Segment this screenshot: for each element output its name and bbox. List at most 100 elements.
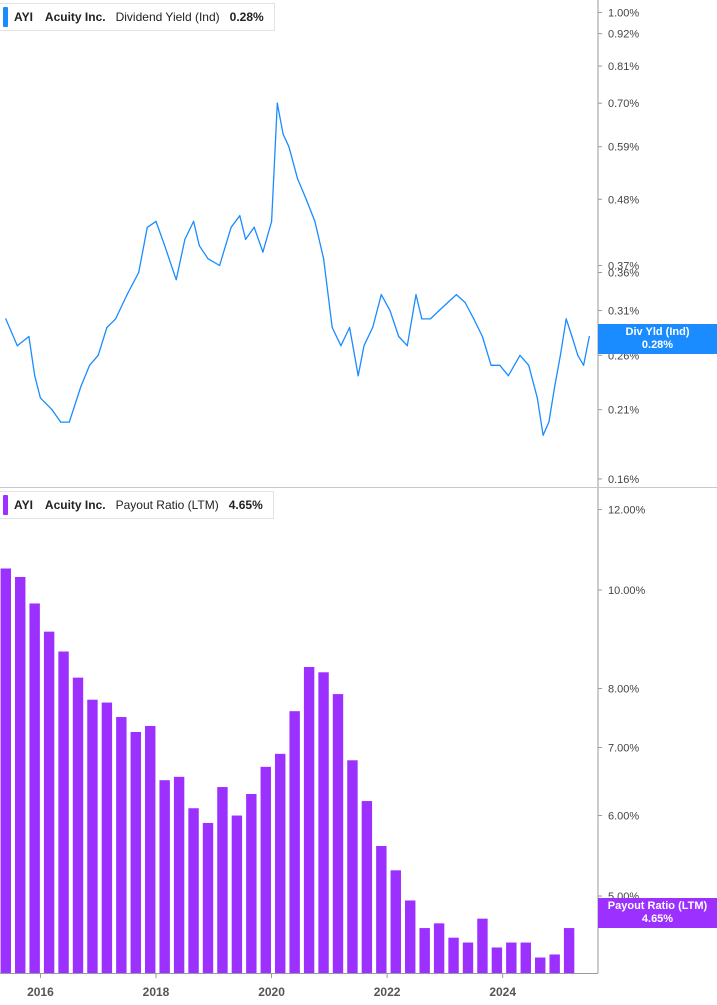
dividend-yield-point bbox=[34, 375, 36, 377]
payout-ratio-bar bbox=[260, 766, 271, 973]
legend-value: 4.65% bbox=[228, 498, 263, 512]
x-tick-label: 2018 bbox=[143, 985, 170, 999]
y-tick-label: 0.36% bbox=[608, 267, 639, 279]
dividend-yield-point bbox=[571, 335, 573, 338]
dividend-yield-point bbox=[198, 245, 200, 247]
payout-ratio-bar bbox=[202, 822, 214, 973]
dividend-yield-point bbox=[490, 364, 492, 366]
payout-ratio-bar bbox=[87, 699, 98, 973]
dividend-yield-point bbox=[97, 354, 99, 356]
payout-ratio-bar bbox=[506, 942, 517, 973]
dividend-yield-point bbox=[481, 335, 484, 338]
dividend-yield-point bbox=[473, 318, 475, 320]
current-tag-title: Payout Ratio (LTM) bbox=[607, 900, 708, 912]
payout-ratio-bar bbox=[405, 900, 416, 973]
payout-ratio-bar bbox=[217, 787, 228, 973]
legend-value: 0.28% bbox=[229, 10, 264, 24]
dividend-yield-point bbox=[288, 146, 290, 148]
y-tick-label: 1.00% bbox=[608, 7, 639, 19]
payout-ratio-bar bbox=[549, 954, 560, 973]
y-tick-label: 0.31% bbox=[608, 306, 639, 318]
dividend-yield-point bbox=[39, 397, 42, 399]
dividend-yield-point bbox=[60, 421, 62, 423]
dividend-yield-point bbox=[114, 318, 117, 320]
payout-ratio-bar bbox=[15, 576, 26, 973]
dividend-yield-point bbox=[331, 326, 333, 329]
x-tick-label: 2024 bbox=[489, 985, 516, 999]
dividend-yield-point bbox=[80, 385, 82, 388]
dividend-yield-point bbox=[429, 318, 432, 320]
y-tick-label: 8.00% bbox=[608, 684, 639, 696]
payout-ratio-bar bbox=[520, 942, 531, 973]
y-tick-label: 0.16% bbox=[608, 474, 639, 486]
dividend-yield-point bbox=[314, 220, 316, 223]
payout-ratio-bar bbox=[145, 725, 156, 973]
current-tag-value: 4.65% bbox=[641, 913, 674, 925]
dividend-yield-point bbox=[51, 409, 53, 411]
dividend-yield-point bbox=[565, 318, 567, 320]
dividend-yield-point bbox=[155, 220, 157, 223]
dividend-yield-point bbox=[5, 318, 7, 320]
dividend-yield-point bbox=[106, 326, 108, 329]
payout-ratio-bar bbox=[116, 717, 127, 973]
legend-ticker: AYI bbox=[14, 498, 33, 512]
payout-ratio-bar bbox=[477, 918, 488, 973]
dividend-yield-point bbox=[16, 345, 18, 347]
dividend-yield-point bbox=[554, 385, 556, 388]
y-tick-label: 0.21% bbox=[608, 405, 639, 417]
x-tick-label: 2020 bbox=[258, 985, 285, 999]
dividend-yield-point bbox=[507, 375, 510, 377]
dividend-yield-point bbox=[270, 220, 273, 223]
payout-ratio-bar bbox=[0, 568, 11, 973]
dividend-yield-point bbox=[438, 309, 440, 312]
dividend-yield-point bbox=[305, 198, 307, 200]
dividend-yield-legend: AYI Acuity Inc. Dividend Yield (Ind) 0.2… bbox=[0, 3, 275, 31]
y-tick-label: 12.00% bbox=[608, 505, 646, 517]
dividend-yield-swatch bbox=[3, 7, 8, 27]
x-tick-label: 2016 bbox=[27, 985, 54, 999]
dividend-yield-point bbox=[164, 245, 166, 247]
dividend-yield-point bbox=[146, 226, 148, 228]
legend-metric: Dividend Yield (Ind) bbox=[115, 10, 220, 24]
payout-ratio-bar bbox=[332, 694, 344, 973]
payout-ratio-bar bbox=[246, 794, 257, 973]
legend-company: Acuity Inc. bbox=[44, 10, 106, 24]
payout-ratio-bar bbox=[347, 760, 358, 973]
dividend-yield-point bbox=[348, 326, 351, 329]
dividend-yield-point bbox=[582, 364, 585, 366]
dividend-yield-point bbox=[276, 102, 278, 104]
dividend-yield-point bbox=[88, 364, 91, 366]
dividend-yield-point bbox=[406, 345, 408, 347]
payout-ratio-legend: AYI Acuity Inc. Payout Ratio (LTM) 4.65% bbox=[0, 491, 274, 519]
payout-ratio-bar bbox=[303, 666, 315, 973]
payout-ratio-bar bbox=[159, 780, 170, 973]
payout-ratio-bar bbox=[58, 651, 69, 973]
payout-ratio-bar bbox=[419, 928, 430, 973]
payout-ratio-current-tag: Payout Ratio (LTM) 4.65% bbox=[598, 898, 717, 928]
payout-ratio-bar bbox=[535, 957, 546, 973]
payout-ratio-bar bbox=[29, 603, 40, 973]
dividend-yield-point bbox=[542, 434, 544, 436]
y-tick-label: 0.92% bbox=[608, 29, 639, 41]
legend-ticker: AYI bbox=[14, 10, 33, 24]
dividend-yield-point bbox=[68, 421, 70, 423]
dividend-yield-point bbox=[192, 220, 195, 223]
y-tick-label: 7.00% bbox=[608, 742, 639, 754]
dividend-yield-point bbox=[588, 335, 590, 338]
x-tick-label: 2022 bbox=[374, 985, 401, 999]
payout-ratio-bar bbox=[491, 947, 503, 973]
payout-ratio-bar bbox=[72, 677, 84, 973]
dividend-yield-point bbox=[282, 133, 284, 135]
payout-ratio-bar bbox=[318, 672, 329, 973]
dividend-yield-plot bbox=[5, 102, 590, 436]
dividend-yield-point bbox=[244, 238, 247, 240]
y-tick-label: 6.00% bbox=[608, 811, 639, 823]
dividend-yield-point bbox=[421, 318, 423, 320]
dividend-yield-point bbox=[415, 294, 417, 296]
dividend-yield-point bbox=[559, 354, 562, 356]
dividend-yield-point bbox=[519, 354, 521, 356]
dividend-yield-point bbox=[372, 326, 374, 329]
payout-ratio-bar bbox=[130, 731, 141, 973]
payout-ratio-bar bbox=[101, 702, 113, 973]
dividend-yield-point bbox=[230, 226, 232, 228]
